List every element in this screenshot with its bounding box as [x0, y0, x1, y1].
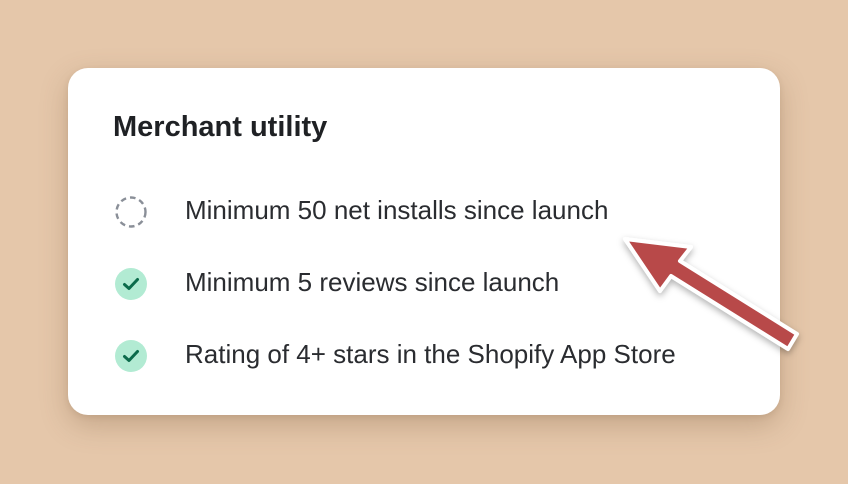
merchant-utility-card: Merchant utility Minimum 50 net installs… [68, 68, 780, 415]
requirement-label: Minimum 50 net installs since launch [185, 195, 609, 225]
requirement-label: Rating of 4+ stars in the Shopify App St… [185, 339, 676, 369]
check-circle-icon [113, 338, 149, 374]
check-circle-icon [113, 266, 149, 302]
requirement-label: Minimum 5 reviews since launch [185, 267, 560, 297]
dashed-circle-icon [113, 194, 149, 230]
card-title: Merchant utility [113, 111, 328, 143]
